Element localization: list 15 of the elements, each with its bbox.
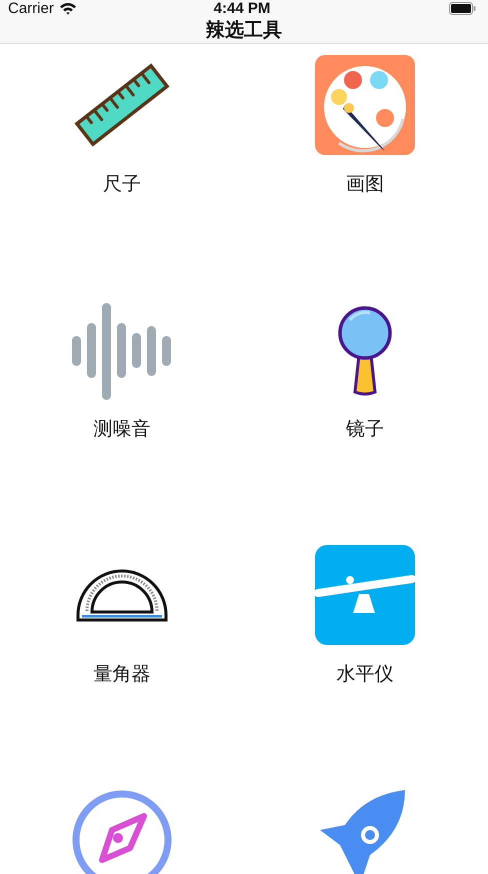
wifi-icon <box>58 2 77 15</box>
tool-label: 尺子 <box>103 172 141 196</box>
nav-title: 辣选工具 <box>206 18 282 43</box>
tool-label: 画图 <box>346 172 384 196</box>
tool-label: 测噪音 <box>94 417 150 441</box>
paint-palette-icon[interactable] <box>315 55 415 155</box>
tool-label: 量角器 <box>94 662 150 686</box>
seesaw-icon[interactable] <box>315 545 415 645</box>
tool-label: 镜子 <box>346 417 384 441</box>
battery-icon <box>449 2 476 15</box>
tool-label: 水平仪 <box>336 662 394 686</box>
compass-icon[interactable] <box>72 790 172 874</box>
carrier-label: Carrier <box>8 0 54 17</box>
sound-wave-icon[interactable] <box>72 300 172 400</box>
clock-time: 4:44 PM <box>214 0 270 17</box>
